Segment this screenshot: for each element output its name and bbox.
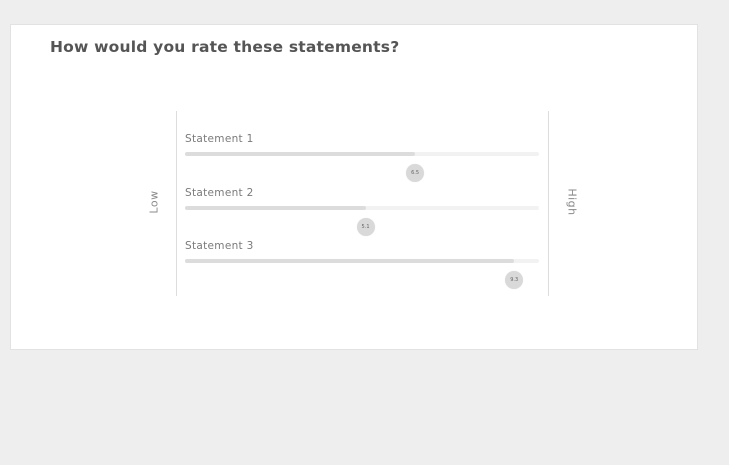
statement-row-3: Statement 3 9.3 bbox=[185, 240, 539, 289]
low-label: Low bbox=[147, 190, 161, 214]
slider-fill bbox=[185, 152, 416, 156]
statement-row-1: Statement 1 6.5 bbox=[185, 133, 539, 182]
scale-left-line bbox=[176, 111, 177, 296]
slider-value: 9.3 bbox=[510, 277, 519, 283]
survey-page: How would you rate these statements? Low… bbox=[0, 0, 729, 465]
question-title: How would you rate these statements? bbox=[50, 38, 400, 56]
slider-track[interactable]: 5.1 bbox=[185, 206, 539, 236]
rating-scale: Low High Statement 1 6.5 Statement 2 5.1 bbox=[148, 111, 579, 296]
question-card: How would you rate these statements? Low… bbox=[10, 24, 698, 350]
slider-fill bbox=[185, 259, 515, 263]
slider-value: 6.5 bbox=[411, 170, 420, 176]
slider-thumb[interactable]: 9.3 bbox=[505, 271, 524, 289]
slider-thumb[interactable]: 6.5 bbox=[406, 164, 425, 182]
scale-right-line bbox=[548, 111, 549, 296]
statement-label: Statement 3 bbox=[185, 240, 254, 252]
statement-label: Statement 1 bbox=[185, 133, 254, 145]
slider-thumb[interactable]: 5.1 bbox=[356, 218, 375, 236]
slider-value: 5.1 bbox=[361, 224, 370, 230]
statement-row-2: Statement 2 5.1 bbox=[185, 187, 539, 236]
statement-label: Statement 2 bbox=[185, 187, 254, 199]
slider-track[interactable]: 6.5 bbox=[185, 152, 539, 182]
slider-track[interactable]: 9.3 bbox=[185, 259, 539, 289]
slider-fill bbox=[185, 206, 366, 210]
high-label: High bbox=[565, 188, 579, 216]
